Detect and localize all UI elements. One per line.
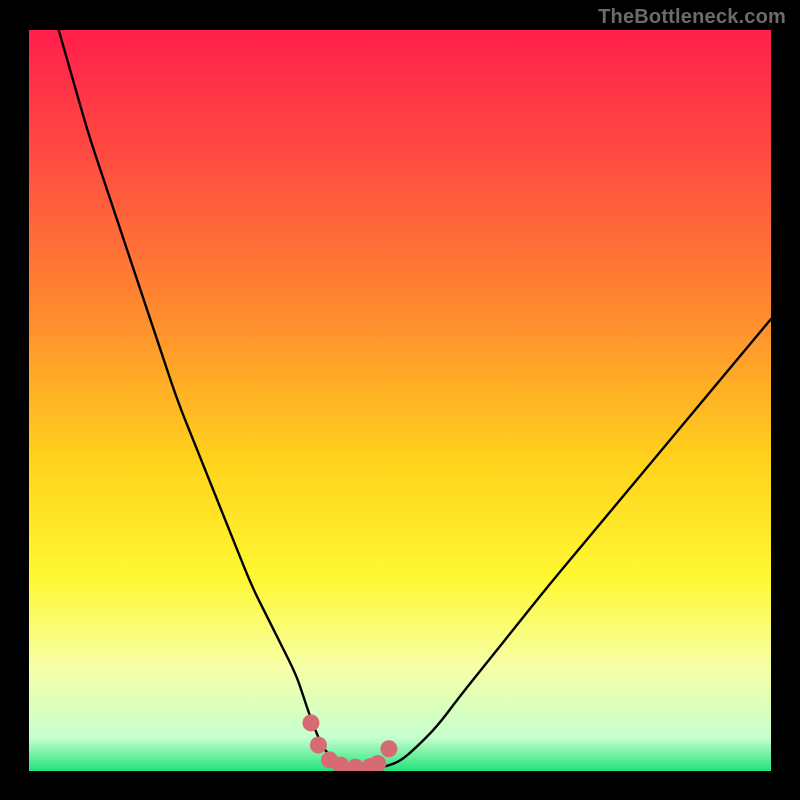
- trough-marker: [380, 740, 397, 757]
- bottleneck-chart: [29, 30, 771, 771]
- attribution-watermark: TheBottleneck.com: [598, 6, 786, 29]
- trough-marker: [310, 737, 327, 754]
- chart-frame: TheBottleneck.com: [0, 0, 800, 800]
- gradient-background: [29, 30, 771, 771]
- trough-marker: [302, 714, 319, 731]
